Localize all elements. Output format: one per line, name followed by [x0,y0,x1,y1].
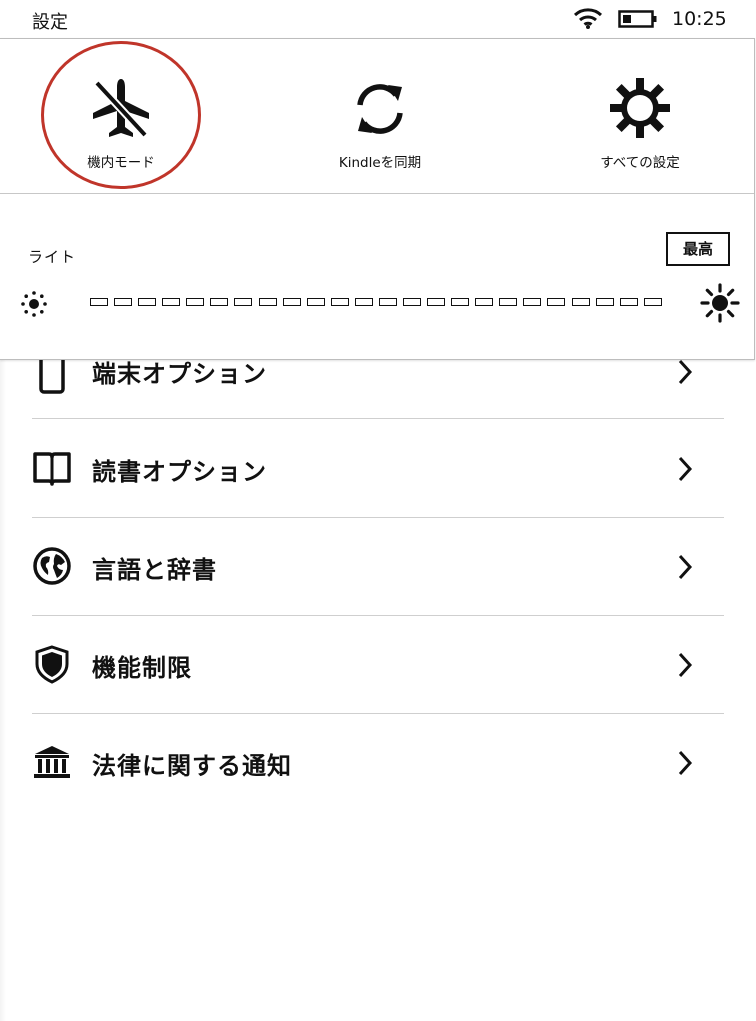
chevron-right-icon [678,554,693,580]
shield-icon [35,645,69,684]
light-slider-segment[interactable] [114,298,133,306]
all-settings-label: すべての設定 [600,155,680,171]
light-slider-segment[interactable] [643,298,662,306]
sun-small-icon[interactable] [20,290,48,318]
light-slider-segment[interactable] [427,298,446,306]
light-slider-segment[interactable] [162,298,181,306]
light-slider-segment[interactable] [619,298,638,306]
settings-item-language-dictionaries[interactable]: 言語と辞書 [32,517,724,616]
light-slider-segment[interactable] [451,298,470,306]
settings-item-parental-controls[interactable]: 機能制限 [32,615,724,714]
book-icon [33,452,71,486]
gear-icon [610,78,670,138]
light-slider-segment[interactable] [258,298,277,306]
light-slider[interactable] [90,298,662,310]
status-bar: 設定 10:25 [0,0,756,38]
light-slider-segment[interactable] [90,298,108,306]
light-slider-segment[interactable] [186,298,205,306]
quick-actions-bar: 機内モード Kindleを同期 すべての設定 [0,39,754,194]
light-slider-segment[interactable] [210,298,229,306]
courthouse-icon [34,746,70,778]
chevron-right-icon [678,652,693,678]
light-max-button[interactable]: 最高 [666,232,730,266]
light-slider-segment[interactable] [234,298,253,306]
light-slider-segment[interactable] [499,298,518,306]
globe-icon [33,547,71,585]
settings-item-label: 言語と辞書 [92,556,217,584]
status-bar-title: 設定 [32,12,68,33]
light-slider-segment[interactable] [475,298,494,306]
chevron-right-icon [678,359,693,385]
light-slider-segment[interactable] [354,298,373,306]
device-icon [39,354,65,394]
status-bar-time: 10:25 [672,8,727,30]
sync-kindle-button[interactable]: Kindleを同期 [270,39,490,193]
chevron-right-icon [678,456,693,482]
light-slider-segment[interactable] [595,298,614,306]
light-slider-segment[interactable] [330,298,349,306]
light-slider-segment[interactable] [306,298,325,306]
light-slider-segment[interactable] [403,298,422,306]
edge-shadow [0,358,6,1021]
light-slider-segment[interactable] [378,298,397,306]
settings-item-label: 法律に関する通知 [92,752,292,780]
battery-low-icon [618,10,657,28]
quick-actions-panel: 機内モード Kindleを同期 すべての設定 ライト 最高 [0,38,755,360]
sun-large-icon[interactable] [700,283,740,323]
light-slider-segment[interactable] [282,298,301,306]
settings-item-label: 機能制限 [92,654,192,682]
sync-icon [357,84,403,134]
wifi-icon [573,8,603,29]
all-settings-button[interactable]: すべての設定 [530,39,750,193]
airplane-mode-highlight-circle [41,41,201,189]
light-slider-segment[interactable] [138,298,157,306]
light-slider-segment[interactable] [571,298,590,306]
light-slider-segment[interactable] [523,298,542,306]
settings-item-reading-options[interactable]: 読書オプション [32,419,724,518]
chevron-right-icon [678,750,693,776]
settings-item-legal-notices[interactable]: 法律に関する通知 [32,713,724,811]
light-label: ライト [28,248,77,266]
sync-kindle-label: Kindleを同期 [338,155,422,171]
settings-item-label: 読書オプション [92,458,267,486]
light-slider-segment[interactable] [547,298,566,306]
